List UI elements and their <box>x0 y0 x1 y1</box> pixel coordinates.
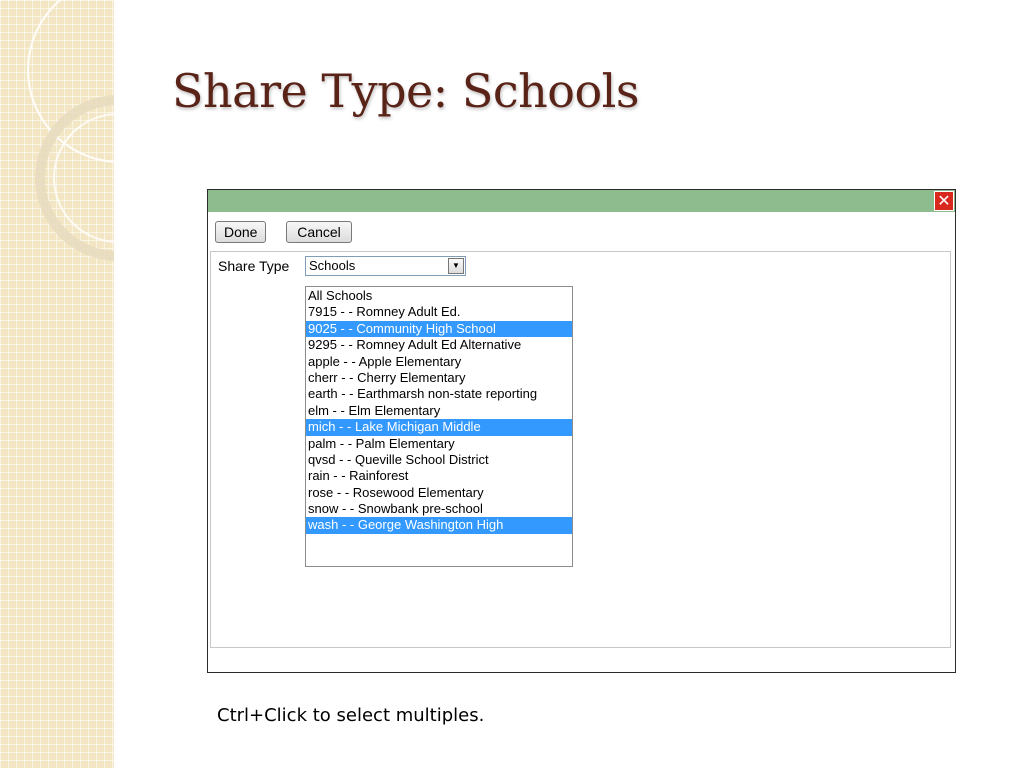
content-panel: Share Type Schools ▼ All Schools 7915 - -… <box>210 251 951 648</box>
school-list-item[interactable]: elm - - Elm Elementary <box>306 403 572 419</box>
school-list-item[interactable]: earth - - Earthmarsh non-state reporting <box>306 386 572 402</box>
done-button[interactable]: Done <box>215 221 266 243</box>
school-list-item[interactable]: qvsd - - Queville School District <box>306 452 572 468</box>
cancel-button[interactable]: Cancel <box>286 221 352 243</box>
share-type-dialog: ✕ Done Cancel Share Type Schools ▼ All S… <box>207 189 956 673</box>
chevron-down-icon[interactable]: ▼ <box>448 258 464 274</box>
decorative-circles <box>27 0 114 261</box>
dialog-titlebar[interactable]: ✕ <box>208 190 955 212</box>
school-list-item[interactable]: wash - - George Washington High <box>306 517 572 534</box>
school-list-item[interactable]: 9295 - - Romney Adult Ed Alternative <box>306 337 572 353</box>
school-list-item[interactable]: 9025 - - Community High School <box>306 320 572 338</box>
dialog-footer <box>208 650 955 672</box>
close-icon[interactable]: ✕ <box>934 191 954 211</box>
school-list-item[interactable]: palm - - Palm Elementary <box>306 436 572 452</box>
slide-title: Share Type: Schools <box>172 64 639 118</box>
share-type-value: Schools <box>309 258 356 273</box>
school-list-item[interactable]: rose - - Rosewood Elementary <box>306 485 572 501</box>
school-list-item[interactable]: 7915 - - Romney Adult Ed. <box>306 304 572 320</box>
share-type-select[interactable]: Schools ▼ <box>305 256 466 276</box>
dialog-toolbar: Done Cancel <box>208 212 955 252</box>
decorative-side-strip <box>0 0 114 768</box>
school-list-item[interactable]: snow - - Snowbank pre-school <box>306 501 572 517</box>
school-list-item[interactable]: rain - - Rainforest <box>306 468 572 484</box>
school-list-item[interactable]: apple - - Apple Elementary <box>306 354 572 370</box>
share-type-label: Share Type <box>218 258 290 274</box>
slide-caption: Ctrl+Click to select multiples. <box>217 705 485 726</box>
school-list-item[interactable]: cherr - - Cherry Elementary <box>306 370 572 386</box>
school-list-item[interactable]: All Schools <box>306 288 572 304</box>
school-listbox[interactable]: All Schools 7915 - - Romney Adult Ed. 9025… <box>305 286 573 567</box>
school-list-item[interactable]: mich - - Lake Michigan Middle <box>306 419 572 436</box>
